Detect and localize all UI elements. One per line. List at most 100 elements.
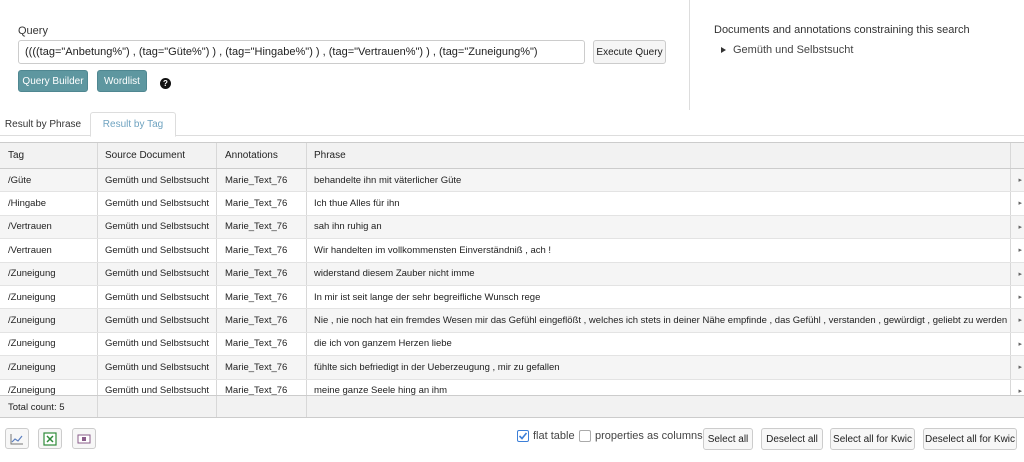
row-phrase: Nie , nie noch hat ein fremdes Wesen mir… [314,315,1010,327]
properties-as-columns-checkbox[interactable] [579,430,591,442]
row-source-document: Gemüth und Selbstsucht [105,174,210,186]
execute-query-button[interactable]: Execute Query [593,40,666,64]
deselect-all-button[interactable]: Deselect all [761,428,823,450]
flat-table-toggle[interactable]: flat table [517,430,575,442]
table-row[interactable]: /Vertrauen Gemüth und Selbstsucht Marie_Te… [0,215,1024,240]
row-annotations: Marie_Text_76 [225,361,288,373]
column-divider [97,309,98,332]
table-row[interactable]: /Güte Gemüth und Selbstsucht Marie_Text_76… [0,169,1024,193]
column-divider [306,143,307,168]
column-divider [1010,379,1011,395]
properties-as-columns-toggle[interactable]: properties as columns [579,430,703,442]
row-expand-icon[interactable]: ▸ [1018,246,1022,254]
column-divider [216,169,217,192]
column-divider [306,192,307,215]
column-divider [216,309,217,332]
table-row[interactable]: /Zuneigung Gemüth und Selbstsucht Marie_Te… [0,262,1024,286]
table-row[interactable]: /Hingabe Gemüth und Selbstsucht Marie_Text… [0,192,1024,216]
excel-icon [43,431,57,446]
wordlist-button[interactable]: Wordlist [97,70,147,92]
constraint-item[interactable]: Gemüth und Selbstsucht [714,44,970,56]
table-body[interactable]: /Güte Gemüth und Selbstsucht Marie_Text_76… [0,169,1024,395]
select-all-button[interactable]: Select all [703,428,753,450]
row-tag: /Zuneigung [8,315,56,327]
column-header-source-document[interactable]: Source Document [97,143,217,168]
column-divider [216,262,217,285]
row-annotations: Marie_Text_76 [225,315,288,327]
result-tabs: Result by Phrase Result by Tag [0,112,1024,137]
row-source-document: Gemüth und Selbstsucht [105,338,210,350]
column-divider [1010,192,1011,215]
column-divider [1010,239,1011,262]
row-tag: /Vertrauen [8,221,52,233]
column-header-annotations[interactable]: Annotations [217,143,306,168]
column-divider [306,262,307,285]
column-divider [1010,286,1011,309]
column-divider [216,332,217,356]
row-tag: /Zuneigung [8,291,56,303]
column-divider [216,143,217,168]
excel-export-button[interactable] [38,428,62,449]
row-annotations: Marie_Text_76 [225,221,288,233]
row-annotations: Marie_Text_76 [225,385,288,395]
row-annotations: Marie_Text_76 [225,338,288,350]
row-expand-icon[interactable]: ▸ [1018,340,1022,348]
row-source-document: Gemüth und Selbstsucht [105,198,210,210]
row-phrase: meine ganze Seele hing an ihm [314,385,448,395]
row-source-document: Gemüth und Selbstsucht [105,244,210,256]
column-divider [216,286,217,309]
column-divider [97,143,98,168]
row-expand-icon[interactable]: ▸ [1018,316,1022,324]
column-header-tag[interactable]: Tag [0,143,97,168]
column-divider [1010,332,1011,356]
table-row[interactable]: /Zuneigung Gemüth und Selbstsucht Marie_Te… [0,309,1024,333]
table-row[interactable]: /Zuneigung Gemüth und Selbstsucht Marie_Te… [0,379,1024,395]
query-label: Query [18,25,48,37]
flat-table-checkbox[interactable] [517,430,529,442]
query-input[interactable]: ((((tag="Anbetung%") , (tag="Güte%") ) ,… [18,40,585,64]
row-expand-icon[interactable]: ▸ [1018,199,1022,207]
row-expand-icon[interactable]: ▸ [1018,270,1022,278]
row-annotations: Marie_Text_76 [225,244,288,256]
column-divider [1010,169,1011,192]
tab-result-by-phrase[interactable]: Result by Phrase [0,112,86,136]
tab-result-by-tag[interactable]: Result by Tag [90,112,176,137]
chart-button[interactable] [5,428,29,449]
help-icon[interactable]: ? [160,78,171,89]
table-row[interactable]: /Vertrauen Gemüth und Selbstsucht Marie_Te… [0,239,1024,263]
table-row[interactable]: /Zuneigung Gemüth und Selbstsucht Marie_Te… [0,332,1024,357]
column-divider [216,215,217,239]
row-source-document: Gemüth und Selbstsucht [105,361,210,373]
kwic-icon [77,434,91,443]
row-phrase: widerstand diesem Zauber nicht imme [314,268,475,280]
column-divider [306,215,307,239]
query-builder-button[interactable]: Query Builder [18,70,88,92]
kwic-button[interactable] [72,428,96,449]
column-divider [216,379,217,395]
table-footer: Total count: 5 [0,395,1024,417]
deselect-all-for-kwic-button[interactable]: Deselect all for Kwic [923,428,1017,450]
row-phrase: sah ihn ruhig an [314,221,382,233]
column-header-phrase[interactable]: Phrase [306,143,1010,168]
row-phrase: In mir ist seit lange der sehr begreifli… [314,291,541,303]
column-divider [97,169,98,192]
select-all-for-kwic-button[interactable]: Select all for Kwic [830,428,915,450]
column-divider [97,239,98,262]
row-annotations: Marie_Text_76 [225,268,288,280]
row-expand-icon[interactable]: ▸ [1018,176,1022,184]
row-tag: /Zuneigung [8,338,56,350]
row-source-document: Gemüth und Selbstsucht [105,315,210,327]
column-divider [1010,262,1011,285]
column-divider [97,192,98,215]
bottom-toolbar: flat table properties as columns Select … [0,428,1024,452]
row-expand-icon[interactable]: ▸ [1018,293,1022,301]
constraints-title: Documents and annotations constraining t… [714,24,970,36]
row-expand-icon[interactable]: ▸ [1018,223,1022,231]
table-row[interactable]: /Zuneigung Gemüth und Selbstsucht Marie_Te… [0,286,1024,310]
table-row[interactable]: /Zuneigung Gemüth und Selbstsucht Marie_Te… [0,356,1024,380]
row-source-document: Gemüth und Selbstsucht [105,221,210,233]
row-expand-icon[interactable]: ▸ [1018,363,1022,371]
flat-table-label: flat table [533,430,575,442]
expand-triangle-icon[interactable] [721,47,726,53]
row-expand-icon[interactable]: ▸ [1018,387,1022,395]
